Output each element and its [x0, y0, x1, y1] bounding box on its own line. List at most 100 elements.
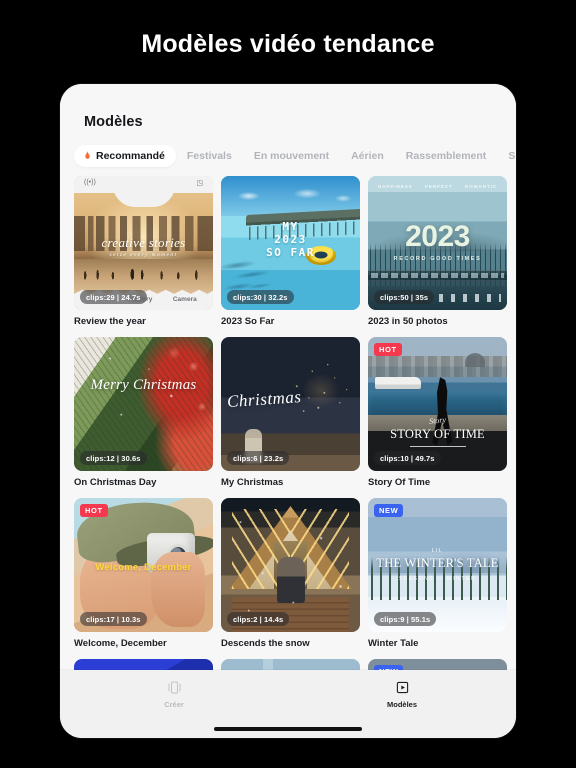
tab-label: Rassemblement [405, 150, 487, 162]
thumbnail-artwork [221, 659, 360, 670]
tab-label: En mouvement [253, 150, 330, 162]
notification-icon: ◳ [196, 180, 203, 187]
tab-label: Sports [508, 150, 516, 162]
template-card-2023-in-50-photos[interactable]: HAPPINESS PERFECT ROMANTIC 2023 RECORD G… [368, 176, 507, 327]
template-row-partial: NEW [60, 659, 516, 670]
mosque-dome-decor [464, 353, 485, 368]
overlay-title: MY 2023 SO FAR [266, 220, 315, 260]
template-card-welcome-december[interactable]: Welcome, December HOT clips:17 | 10.3s W… [74, 498, 213, 649]
tab-label: Recommandé [96, 150, 165, 162]
play-box-icon [396, 681, 408, 694]
app-screen: Modèles Recommandé Festivals En mouvemen… [60, 84, 516, 738]
tablet-device-frame: Modèles Recommandé Festivals En mouvemen… [60, 84, 516, 738]
tag-happiness: HAPPINESS [378, 184, 413, 189]
people-silhouettes [74, 266, 213, 281]
template-caption: On Christmas Day [74, 477, 157, 488]
nav-item-modeles[interactable]: Modèles [347, 679, 457, 709]
template-thumbnail[interactable]: Merry Christmas clips:12 | 30.6s [74, 337, 213, 471]
template-card-partial-2[interactable] [221, 659, 360, 670]
timeline-strip [368, 269, 507, 281]
overlay-title: THE WINTER'S TALE [376, 555, 499, 570]
signal-icon: ((•)) [84, 179, 96, 186]
overlay-rule [409, 445, 466, 447]
overlay-subtitle: RECORD GOOD TIMES [393, 256, 482, 263]
tab-label: Festivals [186, 150, 232, 162]
page-title: Modèles vidéo tendance [141, 30, 435, 58]
overlay-subtitle: seize every moment [109, 251, 178, 258]
template-caption: Welcome, December [74, 638, 167, 649]
carousel-icon [167, 681, 181, 694]
template-card-2023-so-far[interactable]: MY 2023 SO FAR clips:30 | 32.2s 2023 So Fa… [221, 176, 360, 327]
template-grid[interactable]: creative stories seize every moment ((•)… [60, 176, 516, 670]
status-icons: ((•)) ◳ [74, 179, 213, 187]
template-thumbnail[interactable]: clips:2 | 14.4s [221, 498, 360, 632]
tab-festivals[interactable]: Festivals [176, 145, 243, 167]
clips-badge: clips:2 | 14.4s [227, 612, 290, 626]
cityscape-decor [368, 355, 507, 378]
tab-recommande[interactable]: Recommandé [74, 145, 176, 167]
template-thumbnail[interactable]: Story STORY OF TIME HOT clips:10 | 49.7s [368, 337, 507, 471]
clips-badge: clips:9 | 55.1s [374, 612, 437, 626]
template-thumbnail[interactable]: Welcome, December HOT clips:17 | 10.3s [74, 498, 213, 632]
template-thumbnail[interactable] [74, 659, 213, 670]
nav-label: Créer [164, 700, 184, 709]
template-card-story-of-time[interactable]: Story STORY OF TIME HOT clips:10 | 49.7s… [368, 337, 507, 488]
clips-badge: clips:10 | 49.7s [374, 451, 441, 465]
template-thumbnail[interactable]: Christmas clips:6 | 23.2s [221, 337, 360, 471]
template-card-my-christmas[interactable]: Christmas clips:6 | 23.2s My Christmas [221, 337, 360, 488]
new-badge: NEW [374, 504, 404, 517]
nav-item-creer[interactable]: Créer [119, 679, 229, 709]
clips-badge: clips:12 | 30.6s [80, 451, 147, 465]
template-caption: Review the year [74, 316, 146, 327]
tab-aerien[interactable]: Aérien [340, 145, 395, 167]
overlay-text-group: creative stories seize every moment [74, 235, 213, 258]
clips-badge: clips:29 | 24.7s [80, 290, 147, 304]
template-card-winter-tale[interactable]: LIL THE WINTER'S TALE SEASONS — WINTER N… [368, 498, 507, 649]
template-caption: Descends the snow [221, 638, 310, 649]
overlay-subtitle: SEASONS — WINTER [398, 575, 477, 582]
thumbnail-artwork [74, 659, 213, 670]
tag-romantic: ROMANTIC [465, 184, 497, 189]
template-thumbnail[interactable]: LIL THE WINTER'S TALE SEASONS — WINTER N… [368, 498, 507, 632]
template-card-review-the-year[interactable]: creative stories seize every moment ((•)… [74, 176, 213, 327]
tab-rassemblement[interactable]: Rassemblement [395, 145, 498, 167]
tab-sports[interactable]: Sports [497, 145, 516, 167]
template-thumbnail[interactable]: NEW [368, 659, 507, 670]
camera-label: Camera [172, 296, 197, 303]
clips-badge: clips:50 | 35s [374, 290, 435, 304]
template-card-on-christmas-day[interactable]: Merry Christmas clips:12 | 30.6s On Chri… [74, 337, 213, 488]
overlay-title: Welcome, December [95, 562, 192, 574]
tag-perfect: PERFECT [424, 184, 453, 189]
template-thumbnail[interactable]: HAPPINESS PERFECT ROMANTIC 2023 RECORD G… [368, 176, 507, 310]
flame-icon [85, 151, 90, 159]
template-thumbnail[interactable]: MY 2023 SO FAR clips:30 | 32.2s [221, 176, 360, 310]
overlay-title: 2023 [405, 220, 470, 254]
timeline-controls [439, 294, 501, 302]
template-card-partial-1[interactable] [74, 659, 213, 670]
template-card-partial-3[interactable]: NEW [368, 659, 507, 670]
overlay-title: creative stories [101, 234, 186, 250]
clips-badge: clips:17 | 10.3s [80, 612, 147, 626]
bottom-navigation-bar[interactable]: Créer Modèles [60, 670, 516, 738]
template-thumbnail[interactable]: creative stories seize every moment ((•)… [74, 176, 213, 310]
app-header-title: Modèles [84, 114, 143, 130]
tab-label: Aérien [351, 150, 384, 162]
overlay-title: STORY OF TIME [390, 426, 485, 441]
boat-decor [374, 377, 421, 390]
template-caption: Story Of Time [368, 477, 431, 488]
clips-badge: clips:30 | 32.2s [227, 290, 294, 304]
nav-label: Modèles [386, 700, 417, 709]
template-caption: 2023 So Far [221, 316, 275, 327]
home-indicator [214, 727, 362, 731]
tab-en-mouvement[interactable]: En mouvement [243, 145, 340, 167]
overlay-tags: HAPPINESS PERFECT ROMANTIC [368, 184, 507, 189]
template-row: Merry Christmas clips:12 | 30.6s On Chri… [60, 337, 516, 488]
template-card-descends-the-snow[interactable]: clips:2 | 14.4s Descends the snow [221, 498, 360, 649]
template-caption: My Christmas [221, 477, 284, 488]
clouds-decor [221, 184, 360, 209]
template-caption: Winter Tale [368, 638, 419, 649]
template-thumbnail[interactable] [221, 659, 360, 670]
template-caption: 2023 in 50 photos [368, 316, 448, 327]
overlay-micro: LIL [431, 547, 444, 554]
category-tab-bar[interactable]: Recommandé Festivals En mouvement Aérien… [60, 142, 516, 170]
